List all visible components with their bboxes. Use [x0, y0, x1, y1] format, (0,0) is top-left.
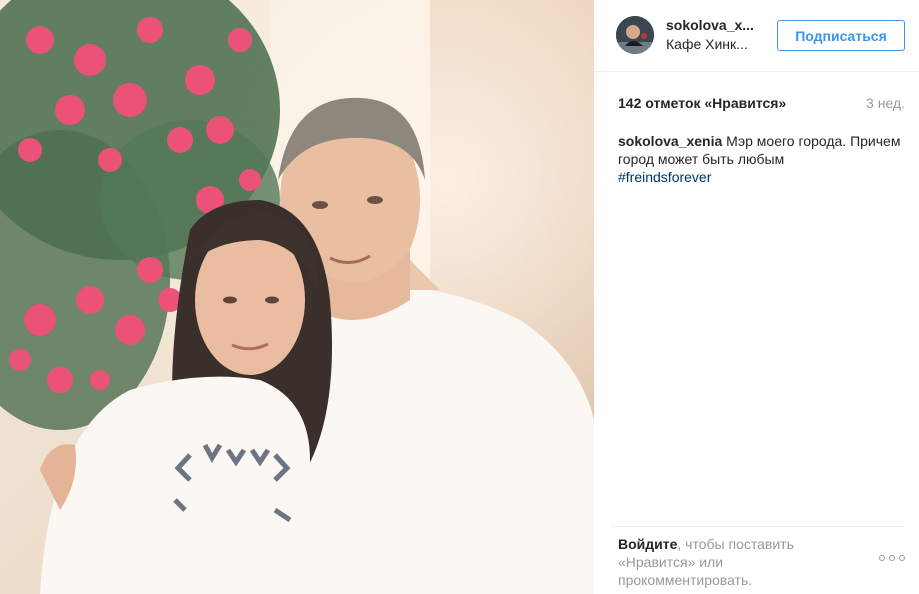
username-link[interactable]: sokolova_x... [666, 17, 754, 33]
follow-button[interactable]: Подписаться [777, 20, 905, 51]
caption-hashtag[interactable]: #freindsforever [618, 168, 905, 186]
ellipsis-icon[interactable] [879, 552, 905, 564]
login-link[interactable]: Войдите [618, 536, 677, 552]
ellipsis-dot [879, 555, 885, 561]
likes-count[interactable]: 142 отметок «Нравится» [618, 95, 786, 111]
post-timestamp[interactable]: 3 нед. [866, 95, 905, 111]
location-link[interactable]: Кафе Хинк... [666, 36, 748, 52]
caption-username[interactable]: sokolova_xenia [618, 133, 722, 149]
post-photo-image [0, 0, 594, 594]
ellipsis-dot [899, 555, 905, 561]
post-photo[interactable] [0, 0, 594, 594]
login-prompt: Войдите, чтобы поставить «Нравится» или … [618, 535, 828, 589]
likes-row: 142 отметок «Нравится» 3 нед. [618, 95, 905, 113]
post-header: sokolova_x... Кафе Хинк... Подписаться [594, 0, 919, 72]
post-sidebar: sokolova_x... Кафе Хинк... Подписаться 1… [594, 0, 919, 594]
ellipsis-dot [889, 555, 895, 561]
post-footer: Войдите, чтобы поставить «Нравится» или … [610, 526, 905, 594]
comments-list [618, 200, 905, 524]
post-caption: sokolova_xenia Мэр моего города. Причем … [618, 132, 905, 186]
avatar[interactable] [616, 16, 654, 54]
